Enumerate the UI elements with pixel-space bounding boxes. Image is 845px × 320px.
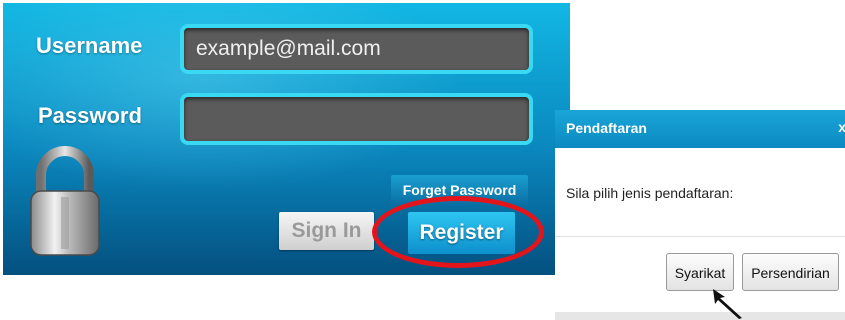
close-icon[interactable]: x <box>838 119 845 135</box>
password-label: Password <box>38 103 142 128</box>
dialog-divider <box>555 236 845 237</box>
padlock-icon <box>30 146 100 256</box>
username-label: Username <box>36 33 143 58</box>
dialog-header: Pendaftaran x <box>555 110 845 148</box>
dialog-message: Sila pilih jenis pendaftaran: <box>566 185 734 201</box>
persendirian-button[interactable]: Persendirian <box>742 253 839 291</box>
username-field[interactable]: example@mail.com <box>180 24 533 74</box>
syarikat-button[interactable]: Syarikat <box>666 253 734 291</box>
arrow-cursor-icon <box>713 289 742 319</box>
registration-dialog: Pendaftaran x Sila pilih jenis pendaftar… <box>555 110 845 320</box>
dialog-footer <box>555 312 845 320</box>
dialog-title: Pendaftaran <box>566 120 647 136</box>
login-panel: Username example@mail.com Password Forge… <box>3 3 570 275</box>
register-highlight-ellipse <box>372 196 544 268</box>
sign-in-button[interactable]: Sign In <box>279 212 374 250</box>
password-field[interactable] <box>180 93 533 145</box>
